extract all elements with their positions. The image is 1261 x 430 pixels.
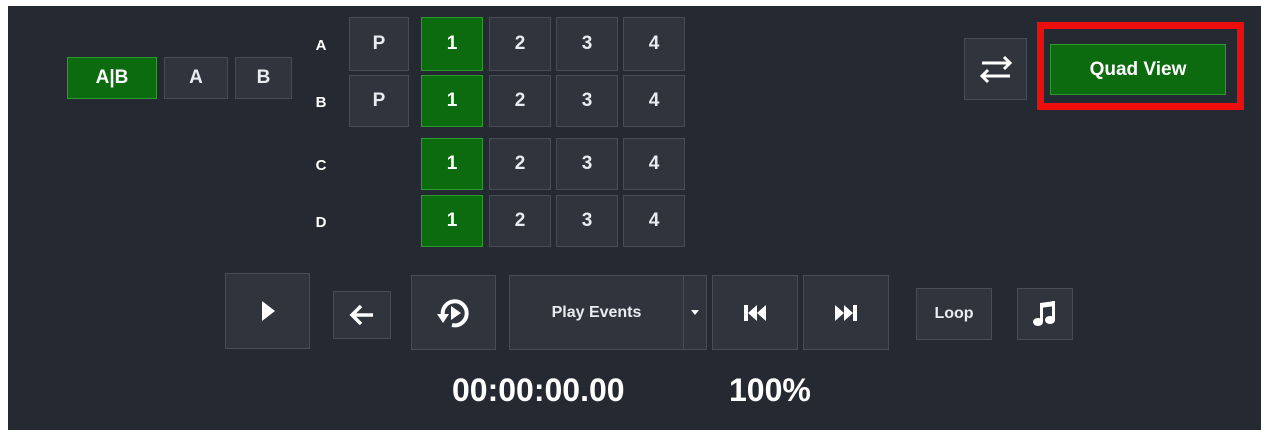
row-b-slot-2[interactable]: 2 [489, 75, 551, 127]
view-ab-button[interactable]: A|B [67, 57, 157, 99]
quad-view-highlight [1037, 22, 1244, 110]
view-b-button[interactable]: B [235, 57, 292, 99]
row-label-b: B [315, 94, 327, 111]
row-label-d: D [315, 214, 327, 231]
row-a-slot-1[interactable]: 1 [421, 17, 483, 71]
row-a-preview-button[interactable]: P [349, 17, 409, 71]
row-c-slot-1[interactable]: 1 [421, 138, 483, 190]
row-c-slot-2[interactable]: 2 [489, 138, 551, 190]
row-b-slot-3[interactable]: 3 [556, 75, 618, 127]
row-a-slot-2[interactable]: 2 [489, 17, 551, 71]
skip-back-button[interactable] [712, 275, 798, 350]
swap-arrows-icon [978, 54, 1014, 84]
row-c-slot-3[interactable]: 3 [556, 138, 618, 190]
row-d-slot-1[interactable]: 1 [421, 195, 483, 247]
play-button[interactable] [225, 273, 310, 349]
replay-button[interactable] [411, 275, 496, 350]
replay-icon [435, 294, 473, 332]
row-c-slot-4[interactable]: 4 [623, 138, 685, 190]
swap-button[interactable] [964, 38, 1027, 100]
skip-back-icon [743, 303, 767, 323]
row-label-a: A [315, 37, 327, 54]
arrow-left-icon [349, 304, 375, 326]
play-events-dropdown[interactable] [683, 275, 707, 350]
music-note-icon [1033, 300, 1057, 328]
skip-forward-button[interactable] [803, 275, 889, 350]
row-d-slot-4[interactable]: 4 [623, 195, 685, 247]
row-label-c: C [315, 157, 327, 174]
loop-button[interactable]: Loop [916, 288, 992, 340]
row-a-slot-4[interactable]: 4 [623, 17, 685, 71]
row-a-slot-3[interactable]: 3 [556, 17, 618, 71]
caret-down-icon [691, 309, 699, 316]
speed-display: 100% [729, 372, 811, 408]
row-b-slot-4[interactable]: 4 [623, 75, 685, 127]
skip-forward-icon [834, 303, 858, 323]
row-b-preview-button[interactable]: P [349, 75, 409, 127]
row-d-slot-2[interactable]: 2 [489, 195, 551, 247]
music-button[interactable] [1017, 288, 1073, 340]
view-a-button[interactable]: A [164, 57, 228, 99]
row-d-slot-3[interactable]: 3 [556, 195, 618, 247]
timecode-display: 00:00:00.00 [452, 372, 625, 408]
play-icon [260, 300, 276, 322]
back-button[interactable] [333, 291, 391, 339]
play-events-button[interactable]: Play Events [509, 275, 684, 350]
row-b-slot-1[interactable]: 1 [421, 75, 483, 127]
